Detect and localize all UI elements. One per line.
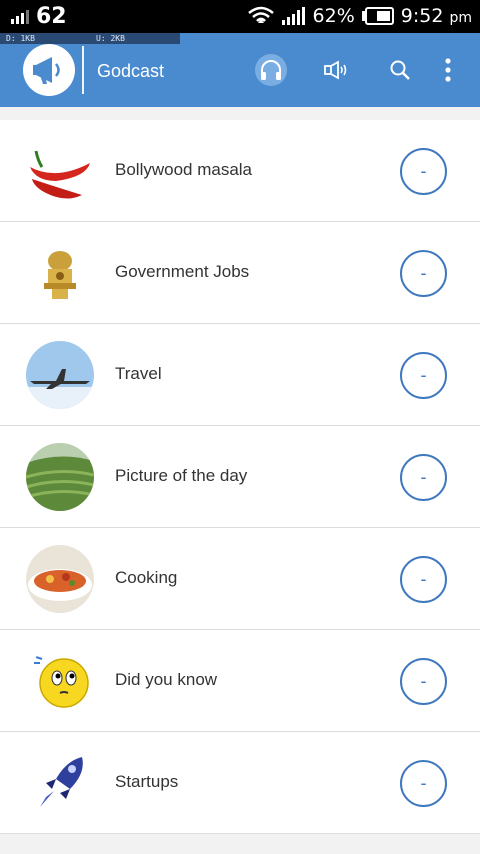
clock: 9:52 pm bbox=[401, 5, 472, 27]
thinking-smiley-icon bbox=[26, 647, 94, 715]
download-speed: D: 1KB bbox=[6, 34, 35, 43]
subscribe-toggle-button[interactable]: - bbox=[400, 556, 447, 603]
category-label: Travel bbox=[115, 364, 162, 383]
subscribe-toggle-button[interactable]: - bbox=[400, 250, 447, 297]
network-speed-overlay: D: 1KB U: 2KB bbox=[0, 33, 180, 44]
status-right: 62% 9:52 pm bbox=[247, 5, 472, 27]
upload-speed: U: 2KB bbox=[96, 34, 125, 43]
wifi-icon bbox=[247, 6, 274, 23]
status-bar: 62 62% 9:52 pm bbox=[0, 0, 480, 33]
category-row-startups[interactable]: Startups - bbox=[0, 732, 480, 834]
headphones-button[interactable] bbox=[255, 54, 287, 86]
subscribe-toggle-button[interactable]: - bbox=[400, 760, 447, 807]
emblem-icon bbox=[26, 239, 94, 307]
category-list: Bollywood masala - Government Jobs - Tra… bbox=[0, 120, 480, 834]
category-label: Cooking bbox=[115, 568, 178, 587]
landscape-icon bbox=[26, 443, 94, 511]
airplane-icon bbox=[26, 341, 94, 409]
category-label: Did you know bbox=[115, 670, 218, 689]
status-count: 62 bbox=[36, 4, 67, 29]
subscribe-toggle-button[interactable]: - bbox=[400, 658, 447, 705]
category-row-government-jobs[interactable]: Government Jobs - bbox=[0, 222, 480, 324]
appbar-divider bbox=[82, 46, 84, 94]
subscribe-toggle-button[interactable]: - bbox=[400, 352, 447, 399]
clock-time: 9:52 bbox=[400, 5, 444, 27]
app-logo[interactable] bbox=[23, 44, 75, 96]
clock-ampm: pm bbox=[449, 10, 472, 26]
chili-icon bbox=[26, 137, 94, 205]
category-label: Bollywood masala bbox=[115, 160, 253, 179]
category-row-bollywood-masala[interactable]: Bollywood masala - bbox=[0, 120, 480, 222]
subscribe-toggle-button[interactable]: - bbox=[400, 148, 447, 195]
subscribe-toggle-button[interactable]: - bbox=[400, 454, 447, 501]
category-row-picture-of-the-day[interactable]: Picture of the day - bbox=[0, 426, 480, 528]
headphones-icon bbox=[261, 60, 281, 80]
more-options-button[interactable] bbox=[432, 54, 464, 86]
speaker-button[interactable] bbox=[320, 54, 352, 86]
rocket-icon bbox=[26, 749, 94, 817]
category-row-did-you-know[interactable]: Did you know - bbox=[0, 630, 480, 732]
signal-bars-icon bbox=[11, 9, 29, 24]
speaker-icon bbox=[324, 60, 347, 80]
battery-icon bbox=[361, 7, 394, 25]
category-label: Picture of the day bbox=[115, 466, 248, 485]
search-icon bbox=[390, 60, 410, 80]
megaphone-logo-icon bbox=[33, 57, 60, 84]
food-icon bbox=[26, 545, 94, 613]
status-left: 62 bbox=[10, 4, 67, 29]
category-label: Government Jobs bbox=[115, 262, 250, 281]
app-title: Godcast bbox=[97, 61, 165, 81]
cell-signal-icon bbox=[281, 7, 305, 25]
category-row-travel[interactable]: Travel - bbox=[0, 324, 480, 426]
search-button[interactable] bbox=[384, 54, 416, 86]
battery-percent: 62% bbox=[312, 5, 355, 27]
more-vert-icon bbox=[445, 58, 451, 82]
category-label: Startups bbox=[115, 772, 179, 791]
category-row-cooking[interactable]: Cooking - bbox=[0, 528, 480, 630]
